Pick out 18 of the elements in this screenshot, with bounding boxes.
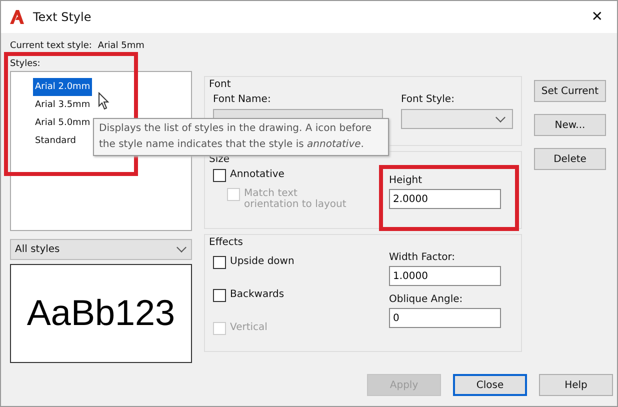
checkbox-label: Vertical xyxy=(230,322,268,333)
current-style-label: Current text style: xyxy=(10,41,92,51)
checkbox-label: Match text orientation to layout xyxy=(244,188,348,210)
height-label: Height xyxy=(389,175,424,186)
window-title: Text Style xyxy=(33,10,92,24)
preview-text: AaBb123 xyxy=(26,292,176,334)
checkbox-label: Backwards xyxy=(230,289,284,300)
current-style-value: Arial 5mm xyxy=(98,41,144,51)
font-style-label: Font Style: xyxy=(401,94,456,105)
group-title: Font xyxy=(209,79,231,90)
font-name-label: Font Name: xyxy=(213,94,272,105)
group-title: Effects xyxy=(209,237,243,248)
width-factor-label: Width Factor: xyxy=(389,252,456,263)
tooltip: Displays the list of styles in the drawing. A icon before the style name indicates that the style is annotative. xyxy=(93,118,389,156)
checkbox-label: Annotative xyxy=(230,169,284,180)
styles-label: Styles: xyxy=(10,59,42,69)
checkbox-label: Upside down xyxy=(230,256,294,267)
oblique-angle-label: Oblique Angle: xyxy=(389,294,464,305)
